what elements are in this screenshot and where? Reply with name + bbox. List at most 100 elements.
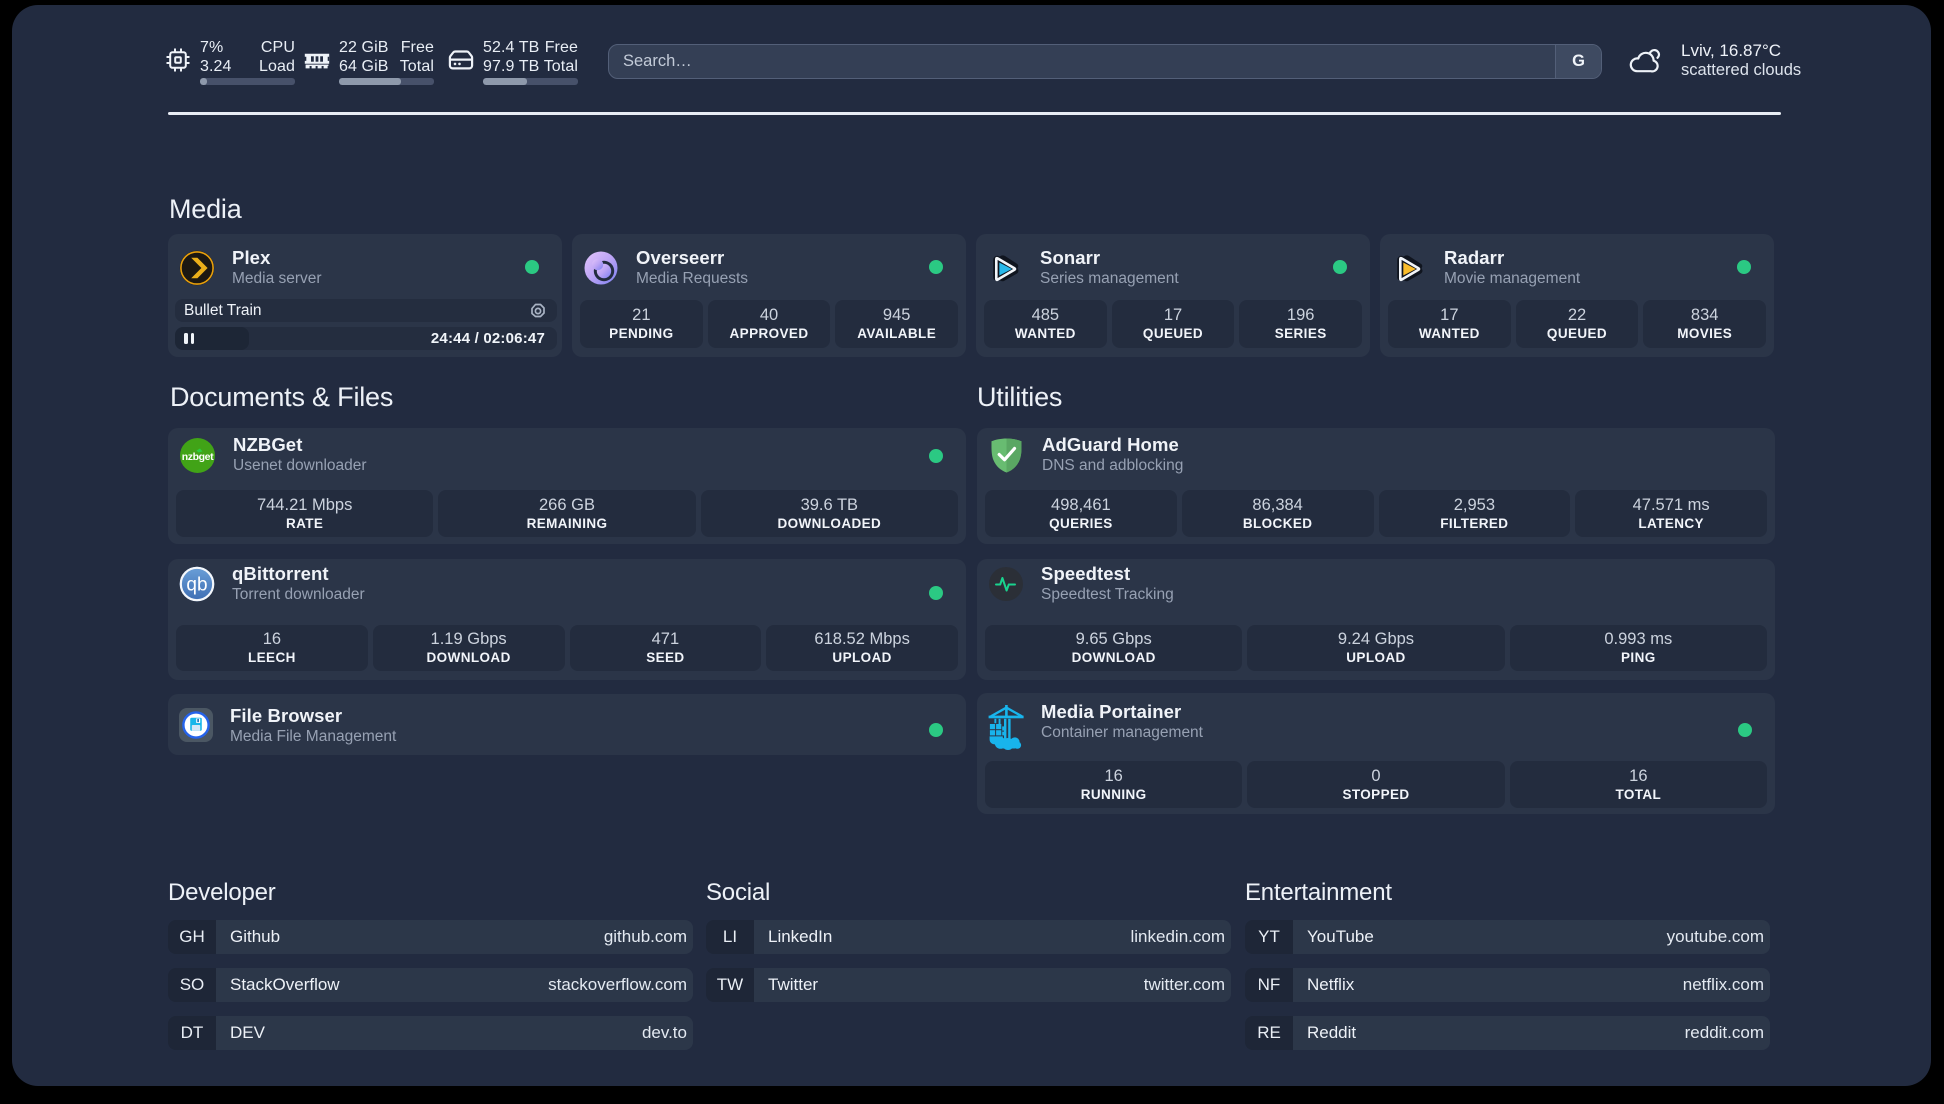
- filebrowser-status-dot: [929, 723, 943, 737]
- weather-location-temp: Lviv, 16.87°C: [1681, 41, 1782, 60]
- nzbget-logo: nzbget: [180, 438, 215, 473]
- stat-label: SERIES: [1274, 326, 1327, 341]
- search-provider-button[interactable]: G: [1555, 45, 1601, 78]
- stat-label: RATE: [285, 515, 324, 531]
- speedtest-subtitle: Speedtest Tracking: [1041, 586, 1174, 603]
- stat-label: TOTAL: [1615, 786, 1662, 802]
- bookmark-name: LinkedIn: [768, 927, 833, 946]
- stat-label: BLOCKED: [1242, 515, 1313, 531]
- speedtest-logo: [989, 567, 1023, 601]
- stat-value: 945: [882, 306, 911, 324]
- bookmark-dev[interactable]: DT DEV dev.to: [168, 1016, 693, 1050]
- stat-label: QUERIES: [1049, 515, 1113, 531]
- stat-value: 266 GB: [539, 495, 595, 514]
- radarr-logo: [1397, 255, 1423, 282]
- stat-label: SEED: [646, 650, 685, 665]
- bookmark-group-heading-developer: Developer: [168, 879, 276, 906]
- portainer-logo: [988, 705, 1024, 750]
- stat-label: MOVIES: [1677, 326, 1733, 341]
- sonarr-subtitle: Series management: [1040, 270, 1179, 287]
- overseerr-subtitle: Media Requests: [636, 270, 749, 287]
- qbittorrent-status-dot: [929, 586, 943, 600]
- bookmark-twitter[interactable]: TW Twitter twitter.com: [706, 968, 1231, 1002]
- sonarr-link[interactable]: Sonarr Series management: [987, 247, 1320, 288]
- speedtest-title: Speedtest: [1041, 563, 1131, 584]
- video-lens-icon: [531, 303, 545, 317]
- bookmark-youtube[interactable]: YT YouTube youtube.com: [1245, 920, 1770, 954]
- qbittorrent-title: qBittorrent: [232, 563, 329, 584]
- portainer-stat-total: 16 TOTAL: [1509, 761, 1767, 808]
- stat-value: 40: [759, 306, 779, 324]
- qbittorrent-stat-download: 1.19 Gbps DOWNLOAD: [372, 625, 565, 671]
- adguard-stat-filtered: 2,953 FILTERED: [1378, 490, 1571, 537]
- disk-free-label: Free: [544, 39, 578, 56]
- bookmark-group-heading-entertainment: Entertainment: [1245, 879, 1392, 906]
- sonarr-stat-wanted: 485 WANTED: [984, 300, 1107, 348]
- stat-value: 47.571 ms: [1632, 495, 1710, 514]
- search-input[interactable]: [609, 45, 1555, 78]
- plex-media-title: Bullet Train: [184, 301, 262, 319]
- stat-value: 16: [262, 630, 282, 648]
- overseerr-logo: [584, 251, 618, 285]
- bookmark-name: Twitter: [768, 975, 819, 994]
- bookmark-linkedin[interactable]: LI LinkedIn linkedin.com: [706, 920, 1231, 954]
- cpu-load-label: Load: [259, 58, 295, 75]
- adguard-subtitle: DNS and adblocking: [1042, 457, 1184, 474]
- bookmark-netflix[interactable]: NF Netflix netflix.com: [1245, 968, 1770, 1002]
- search-bar: G: [608, 44, 1602, 79]
- bookmark-abbr: DT: [168, 1016, 216, 1050]
- adguard-stat-queries: 498,461 QUERIES: [985, 490, 1177, 537]
- bookmark-column-developer: GH Github github.com SO StackOverflow st…: [168, 920, 693, 1064]
- overseerr-stat-available: 945 AVAILABLE: [835, 300, 959, 348]
- bookmark-abbr: YT: [1245, 920, 1293, 954]
- bookmark-stackoverflow[interactable]: SO StackOverflow stackoverflow.com: [168, 968, 693, 1002]
- nzbget-link[interactable]: nzbget NZBGet Usenet downloader: [179, 434, 916, 475]
- bookmark-name: Github: [230, 927, 281, 946]
- memory-total-value: 64 GiB: [339, 58, 389, 75]
- bookmark-abbr: LI: [706, 920, 754, 954]
- adguard-link[interactable]: AdGuard Home DNS and adblocking: [988, 434, 1725, 475]
- plex-link[interactable]: Plex Media server: [179, 247, 512, 288]
- qbittorrent-subtitle: Torrent downloader: [232, 586, 365, 603]
- plex-subtitle: Media server: [232, 270, 322, 287]
- filebrowser-subtitle: Media File Management: [230, 728, 397, 745]
- radarr-link[interactable]: Radarr Movie management: [1391, 247, 1724, 288]
- stat-value: 17: [1163, 306, 1183, 324]
- svg-text:qb: qb: [186, 575, 207, 596]
- stat-value: 9.65 Gbps: [1075, 630, 1152, 648]
- qbittorrent-link[interactable]: qb qBittorrent Torrent downloader: [179, 563, 916, 604]
- speedtest-link[interactable]: Speedtest Speedtest Tracking: [988, 563, 1725, 604]
- sonarr-stat-queued: 17 QUEUED: [1111, 300, 1235, 348]
- sonarr-status-dot: [1333, 260, 1347, 274]
- overseerr-link[interactable]: Overseerr Media Requests: [583, 247, 916, 288]
- filebrowser-link[interactable]: File Browser Media File Management: [179, 705, 916, 746]
- portainer-link[interactable]: Media Portainer Container management: [988, 701, 1725, 750]
- pause-button[interactable]: [177, 327, 201, 350]
- plex-status-dot: [525, 260, 539, 274]
- stat-value: 39.6 TB: [800, 495, 859, 514]
- weather-widget: Lviv, 16.87°C scattered clouds: [1627, 41, 1801, 81]
- stat-value: 1.19 Gbps: [430, 630, 507, 648]
- stat-label: QUEUED: [1546, 326, 1608, 341]
- portainer-stat-stopped: 0 STOPPED: [1247, 761, 1505, 808]
- service-card-filebrowser: File Browser Media File Management: [168, 694, 966, 755]
- overseerr-stat-pending: 21 PENDING: [580, 300, 703, 348]
- stat-value: 16: [1104, 766, 1123, 785]
- stat-value: 196: [1286, 306, 1315, 324]
- memory-progress-track: [339, 78, 434, 85]
- stat-label: DOWNLOAD: [426, 650, 511, 665]
- bookmark-github[interactable]: GH Github github.com: [168, 920, 693, 954]
- filebrowser-logo: [179, 708, 213, 742]
- bookmark-abbr: NF: [1245, 968, 1293, 1002]
- stat-label: LATENCY: [1638, 515, 1704, 531]
- service-card-sonarr: Sonarr Series management 485 WANTED 17 Q…: [976, 234, 1370, 357]
- nzbget-title: NZBGet: [233, 434, 303, 455]
- bookmark-reddit[interactable]: RE Reddit reddit.com: [1245, 1016, 1770, 1050]
- bookmark-url: github.com: [603, 927, 687, 946]
- service-card-qbittorrent: qb qBittorrent Torrent downloader 16 LEE…: [168, 559, 966, 680]
- stat-value: 618.52 Mbps: [814, 630, 910, 648]
- bookmark-name: StackOverflow: [230, 975, 340, 994]
- stat-label: STOPPED: [1342, 786, 1410, 802]
- section-heading-utilities: Utilities: [977, 382, 1063, 412]
- stat-value: 16: [1629, 766, 1648, 785]
